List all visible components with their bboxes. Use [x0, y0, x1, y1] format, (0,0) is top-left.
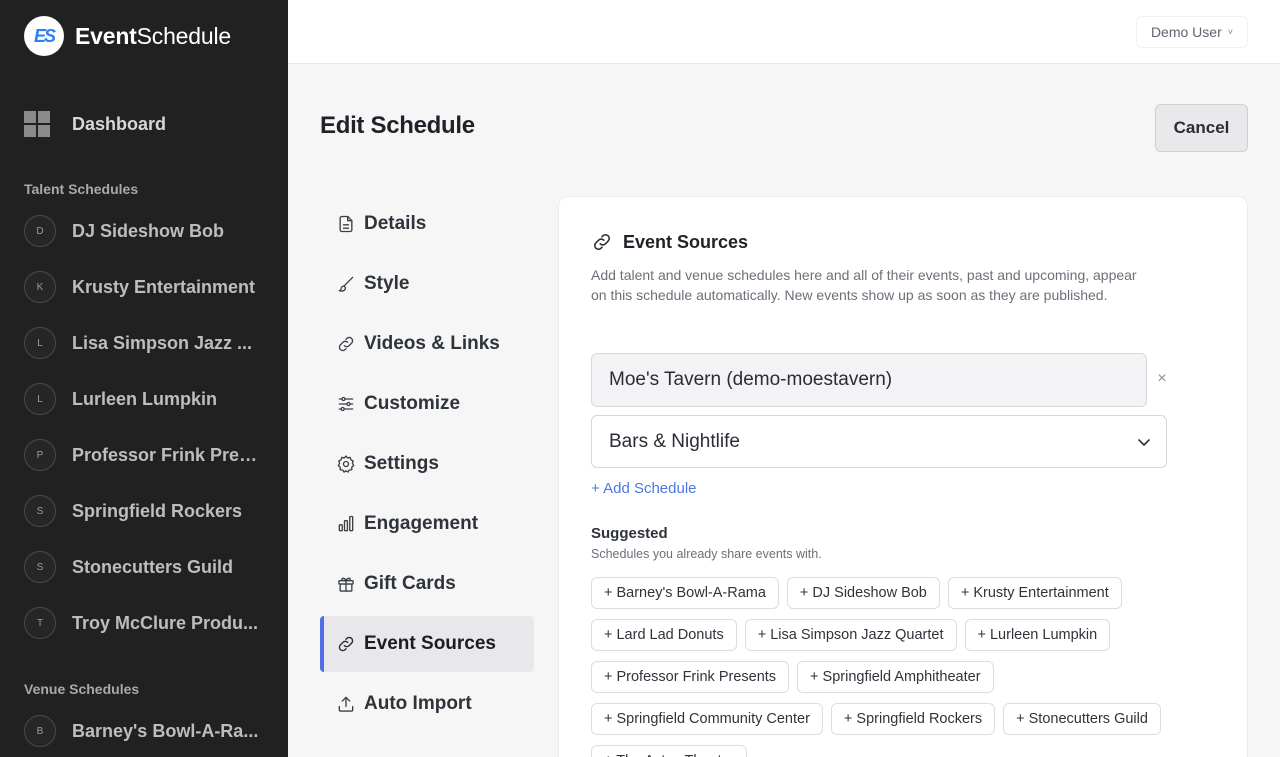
page-title: Edit Schedule: [320, 112, 475, 139]
suggested-chips: + Barney's Bowl-A-Rama + DJ Sideshow Bob…: [591, 577, 1191, 757]
suggestion-chip[interactable]: + Barney's Bowl-A-Rama: [591, 577, 779, 609]
user-menu-button[interactable]: Demo User ˅: [1135, 16, 1248, 48]
event-sources-card: Event Sources Add talent and venue sched…: [558, 196, 1248, 757]
sidebar-item-talent[interactable]: P Professor Frink Pres...: [24, 438, 274, 472]
sidebar-item-label: Krusty Entertainment: [72, 276, 256, 297]
card-header: Event Sources: [591, 231, 748, 253]
cancel-button[interactable]: Cancel: [1155, 104, 1248, 152]
avatar: S: [24, 495, 56, 527]
sidebar-item-dashboard[interactable]: Dashboard: [24, 104, 264, 144]
tab-style[interactable]: Style: [320, 256, 534, 312]
sidebar-item-talent[interactable]: S Stonecutters Guild: [24, 550, 274, 584]
avatar: K: [24, 271, 56, 303]
chevron-down-icon: [1138, 439, 1150, 446]
suggestion-chip[interactable]: + Springfield Community Center: [591, 703, 823, 735]
suggestion-chip[interactable]: + Lard Lad Donuts: [591, 619, 737, 651]
remove-source-button[interactable]: ×: [1155, 367, 1169, 391]
suggested-subtitle: Schedules you already share events with.: [591, 547, 822, 561]
suggestion-chip[interactable]: + The Aztec Theater: [591, 745, 748, 757]
tab-auto-import[interactable]: Auto Import: [320, 676, 534, 732]
suggestion-chip[interactable]: + DJ Sideshow Bob: [786, 577, 940, 609]
link-icon: [338, 336, 354, 352]
suggestion-chip[interactable]: + Professor Frink Presents: [591, 661, 790, 693]
sidebar-item-talent[interactable]: K Krusty Entertainment: [24, 270, 274, 304]
tab-label: Auto Import: [364, 693, 472, 714]
tab-event-sources[interactable]: Event Sources: [320, 616, 534, 672]
document-icon: [339, 215, 353, 233]
app-name-bold: Event: [75, 22, 137, 49]
logo-badge-icon: ES: [24, 16, 64, 56]
avatar: T: [24, 607, 56, 639]
bar-chart-icon: [338, 515, 354, 532]
sidebar-item-talent[interactable]: L Lurleen Lumpkin: [24, 382, 274, 416]
sidebar-item-label: Lisa Simpson Jazz ...: [72, 332, 253, 353]
link-icon: [338, 636, 354, 652]
tab-label: Style: [364, 273, 410, 294]
app-logo[interactable]: ES EventSchedule: [24, 16, 231, 56]
card-description: Add talent and venue schedules here and …: [591, 267, 1137, 303]
user-name: Demo User: [1150, 24, 1222, 40]
sidebar-item-label: Dashboard: [72, 113, 167, 134]
source-schedule-value: Moe's Tavern (demo-moestavern): [609, 369, 893, 390]
source-schedule-field[interactable]: Moe's Tavern (demo-moestavern): [591, 353, 1147, 407]
sidebar-item-talent[interactable]: D DJ Sideshow Bob: [24, 214, 274, 248]
sidebar-item-label: Barney's Bowl-A-Ra...: [72, 720, 259, 741]
app-name: EventSchedule: [75, 23, 231, 50]
avatar: D: [24, 215, 56, 247]
top-bar: Demo User ˅: [288, 0, 1280, 64]
sidebar-item-label: DJ Sideshow Bob: [72, 220, 225, 241]
suggestion-chip[interactable]: + Krusty Entertainment: [947, 577, 1122, 609]
logo-badge-text: ES: [33, 25, 56, 46]
tab-label: Gift Cards: [364, 573, 456, 594]
gift-icon: [338, 577, 354, 592]
tab-label: Details: [364, 213, 427, 234]
sidebar-item-talent[interactable]: S Springfield Rockers: [24, 494, 274, 528]
tab-customize[interactable]: Customize: [320, 376, 534, 432]
sidebar-item-talent[interactable]: L Lisa Simpson Jazz ...: [24, 326, 274, 360]
tab-videos-links[interactable]: Videos & Links: [320, 316, 534, 372]
tab-gift-cards[interactable]: Gift Cards: [320, 556, 534, 612]
app-name-regular: Schedule: [136, 22, 232, 49]
tab-settings[interactable]: Settings: [320, 436, 534, 492]
avatar: L: [24, 327, 56, 359]
tab-label: Videos & Links: [364, 333, 500, 354]
brush-icon: [338, 276, 354, 292]
venue-section-title: Venue Schedules: [24, 681, 140, 697]
chevron-down-icon: ˅: [1227, 27, 1233, 37]
sliders-icon: [338, 396, 354, 412]
suggestion-chip[interactable]: + Springfield Rockers: [830, 703, 996, 735]
category-select-value: Bars & Nightlife: [609, 430, 740, 452]
tab-label: Settings: [364, 453, 439, 474]
avatar: L: [24, 383, 56, 415]
suggested-title: Suggested: [591, 525, 668, 542]
sidebar-item-label: Troy McClure Produ...: [72, 612, 259, 633]
suggestion-chip[interactable]: + Lurleen Lumpkin: [964, 619, 1111, 651]
add-schedule-link[interactable]: + Add Schedule: [591, 480, 697, 497]
tab-engagement[interactable]: Engagement: [320, 496, 534, 552]
card-title: Event Sources: [623, 231, 749, 252]
talent-section-title: Talent Schedules: [24, 181, 139, 197]
sidebar-item-label: Lurleen Lumpkin: [72, 388, 218, 409]
sidebar-item-label: Springfield Rockers: [72, 500, 243, 521]
gear-icon: [337, 455, 355, 473]
sidebar-item-label: Professor Frink Pres...: [72, 444, 264, 465]
suggestion-chip[interactable]: + Springfield Amphitheater: [797, 661, 994, 693]
upload-icon: [338, 696, 354, 712]
tab-label: Engagement: [364, 513, 479, 534]
tab-label: Event Sources: [364, 633, 496, 654]
suggestion-chip[interactable]: + Lisa Simpson Jazz Quartet: [744, 619, 957, 651]
dashboard-grid-icon: [24, 111, 50, 137]
link-icon: [594, 234, 610, 250]
avatar: P: [24, 439, 56, 471]
tab-label: Customize: [364, 393, 461, 414]
tab-details[interactable]: Details: [320, 196, 534, 252]
avatar: B: [24, 715, 56, 747]
sidebar-item-talent[interactable]: T Troy McClure Produ...: [24, 606, 274, 640]
avatar: S: [24, 551, 56, 583]
suggestion-chip[interactable]: + Stonecutters Guild: [1003, 703, 1161, 735]
sidebar-item-label: Stonecutters Guild: [72, 556, 234, 577]
sidebar: ES EventSchedule Dashboard Talent Schedu…: [0, 0, 288, 757]
sidebar-item-venue[interactable]: B Barney's Bowl-A-Ra...: [24, 714, 274, 748]
category-select[interactable]: Bars & Nightlife: [591, 415, 1167, 468]
